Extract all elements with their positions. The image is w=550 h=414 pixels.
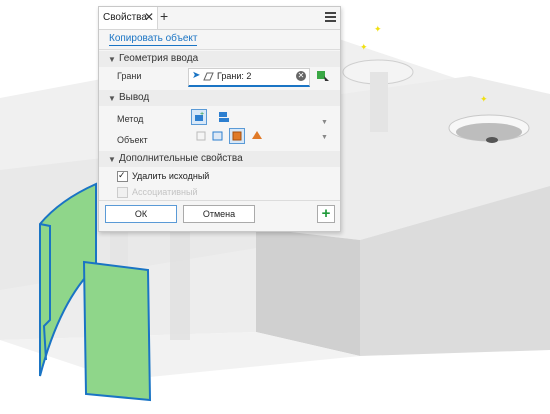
section-input-geometry[interactable]: ▼ Геометрия ввода xyxy=(99,51,340,67)
divider xyxy=(99,200,340,201)
solid-output-icon[interactable] xyxy=(216,109,232,125)
associative-label: Ассоциативный xyxy=(132,187,198,197)
cursor-arrow-icon: ➤ xyxy=(192,70,201,81)
object-label: Объект xyxy=(117,135,148,145)
mesh-icon[interactable] xyxy=(211,129,227,145)
clear-icon[interactable]: ✕ xyxy=(296,71,306,81)
faces-selector[interactable]: ➤ Грани: 2 ✕ xyxy=(188,68,310,87)
hole-center xyxy=(486,137,498,143)
faces-label: Грани xyxy=(117,71,142,81)
associative-checkbox xyxy=(117,187,128,198)
ok-button[interactable]: ОК xyxy=(105,205,177,223)
collapse-icon: ▼ xyxy=(108,155,116,164)
close-icon[interactable]: ✕ xyxy=(144,10,154,24)
delete-original-checkbox[interactable] xyxy=(117,170,128,182)
collapse-icon: ▼ xyxy=(108,94,116,103)
tab-label: Свойства xyxy=(103,12,147,23)
divider xyxy=(99,49,340,50)
copy-object-link[interactable]: Копировать объект xyxy=(109,33,198,46)
marker-icon: ✦ xyxy=(480,94,488,104)
panel-titlebar: Свойства ✕ + xyxy=(99,7,340,30)
composite-icon[interactable] xyxy=(194,129,210,145)
collapse-icon: ▼ xyxy=(108,55,116,64)
method-label: Метод xyxy=(117,114,144,124)
face-icon xyxy=(203,72,214,81)
section-label: Геометрия ввода xyxy=(119,53,199,64)
plus-icon[interactable]: + xyxy=(317,205,335,223)
dropdown-icon[interactable]: ▼ xyxy=(321,119,328,126)
select-tool-icon[interactable] xyxy=(316,69,330,83)
section-label: Дополнительные свойства xyxy=(119,153,243,164)
section-output[interactable]: ▼ Вывод xyxy=(99,90,340,106)
surface-output-icon[interactable]: + xyxy=(191,109,207,125)
cancel-button[interactable]: Отмена xyxy=(183,205,255,223)
cylinder xyxy=(110,230,128,270)
delete-original-label: Удалить исходный xyxy=(132,171,210,181)
cylinder xyxy=(170,220,190,340)
section-label: Вывод xyxy=(119,92,150,103)
faces-value: Грани: 2 xyxy=(217,71,252,81)
dropdown-icon[interactable]: ▼ xyxy=(321,134,328,141)
marker-icon: ✦ xyxy=(360,42,368,52)
svg-text:+: + xyxy=(200,111,204,118)
selected-face-2[interactable] xyxy=(82,260,152,402)
solid-body-icon[interactable] xyxy=(229,128,245,144)
properties-panel: Свойства ✕ + Копировать объект ▼ Геометр… xyxy=(98,6,341,232)
tab-properties[interactable]: Свойства ✕ xyxy=(99,7,158,29)
marker-icon: ✦ xyxy=(374,24,382,34)
post-body xyxy=(370,72,388,132)
add-tab-icon[interactable]: + xyxy=(160,8,168,24)
repair-icon[interactable] xyxy=(250,129,266,145)
section-additional[interactable]: ▼ Дополнительные свойства xyxy=(99,151,340,167)
menu-icon[interactable] xyxy=(325,12,336,22)
